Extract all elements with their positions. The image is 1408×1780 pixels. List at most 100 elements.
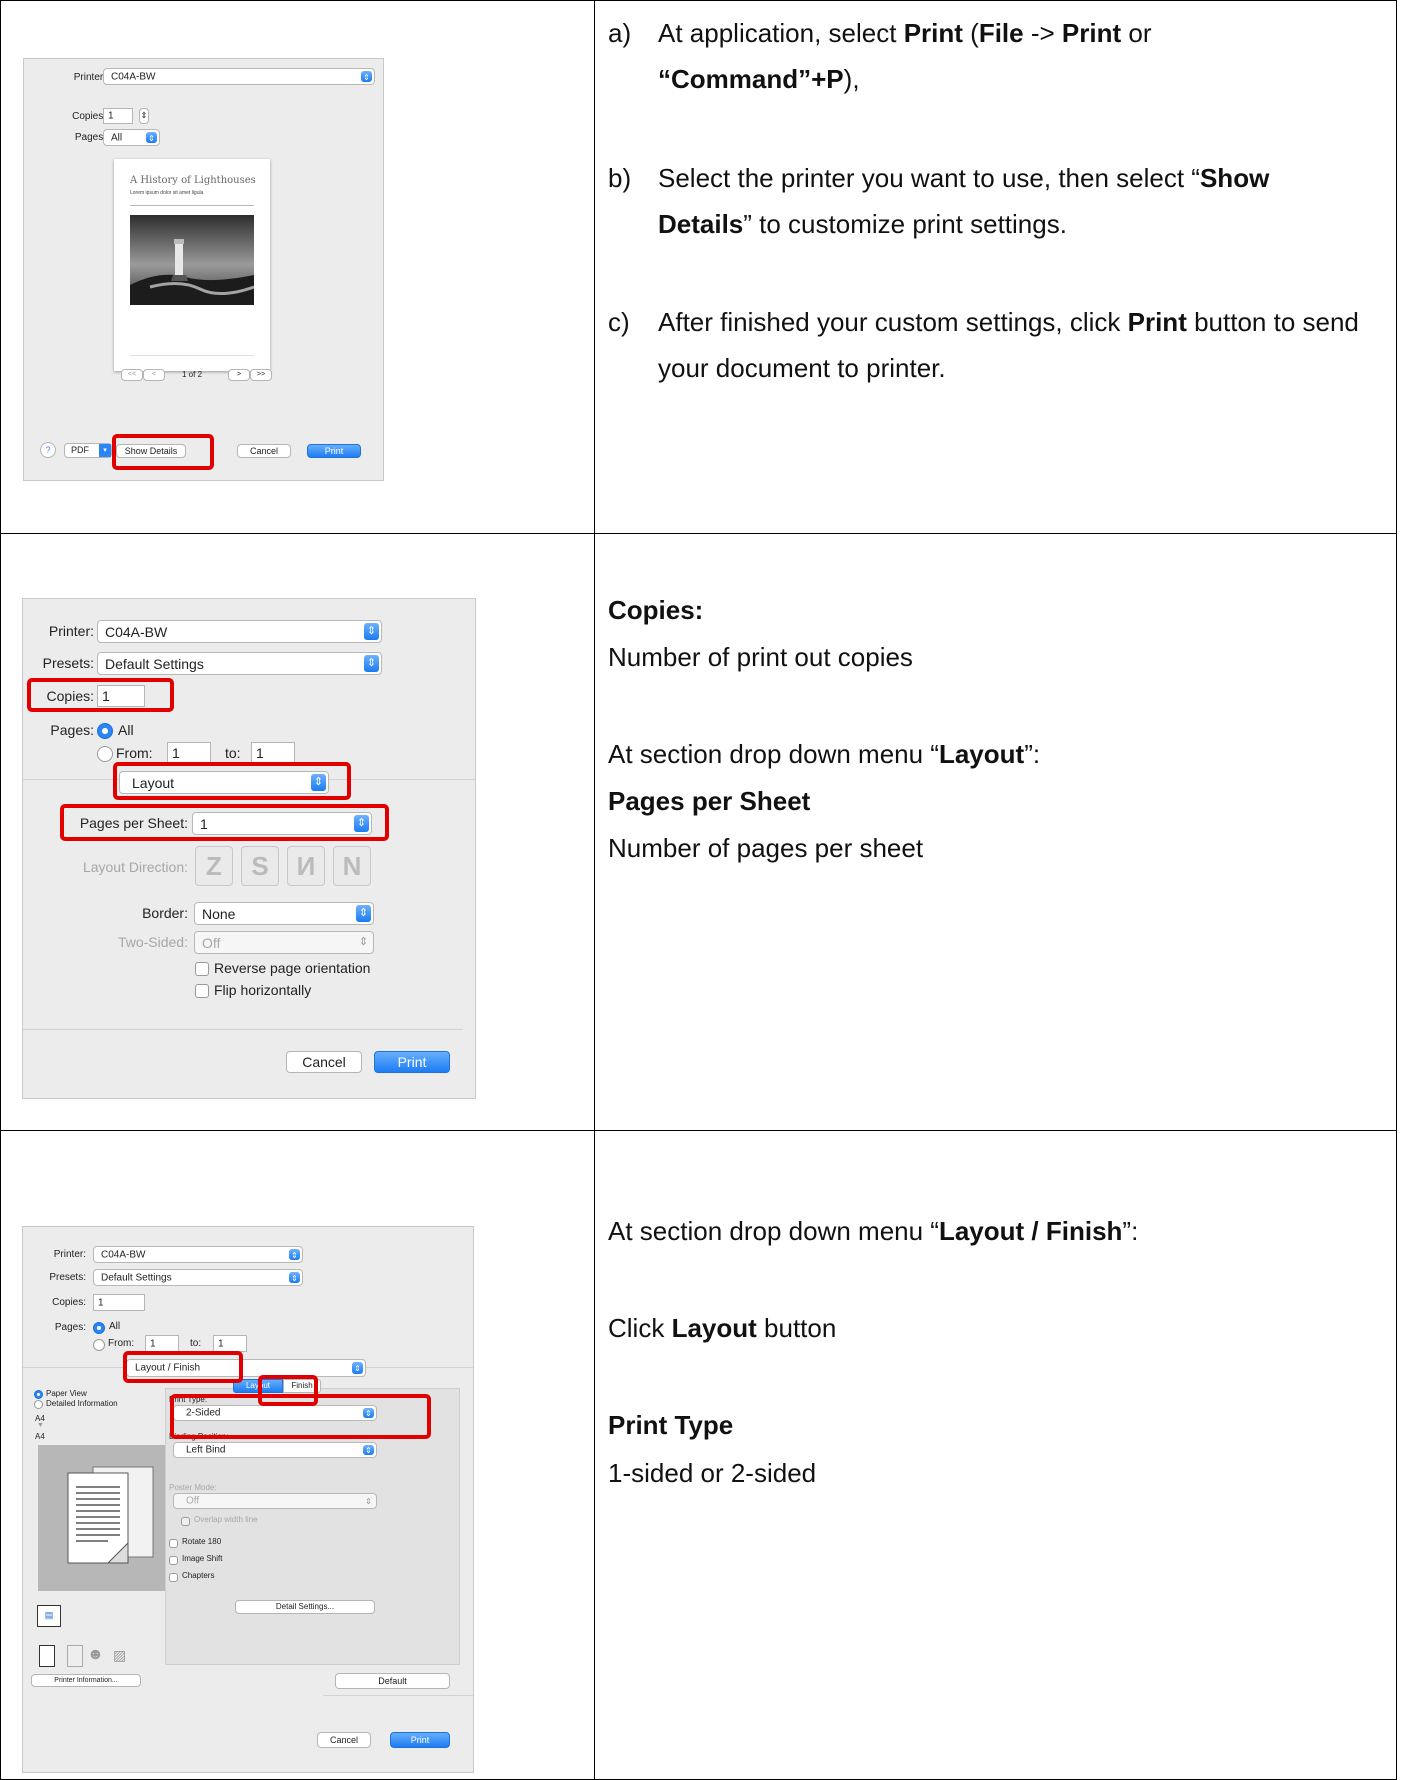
copies-field[interactable]: 1 <box>93 1294 145 1311</box>
print-button[interactable]: Print <box>374 1051 450 1073</box>
pages-per-sheet-description: Number of pages per sheet <box>608 833 924 863</box>
printer-select[interactable]: C04A-BW ⇕ <box>97 620 382 643</box>
image-shift-label: Image Shift <box>182 1554 223 1563</box>
copies-label: Copies: <box>52 1297 86 1308</box>
to-field[interactable]: 1 <box>251 742 295 764</box>
nav-first-button[interactable]: << <box>121 369 143 381</box>
detail-settings-button[interactable]: Detail Settings... <box>235 1600 375 1614</box>
layout-direction-s-icon[interactable]: S <box>241 846 279 886</box>
from-value: 1 <box>150 1338 156 1349</box>
step-a-marker: a) <box>608 18 632 48</box>
print-dialog-layout-finish: Printer: C04A-BW ⇕ Presets: Default Sett… <box>22 1226 474 1773</box>
copies-highlight <box>27 678 174 712</box>
text-run: Click <box>608 1313 672 1343</box>
print-dialog-compact: Printer: C04A-BW ⇕ Copies: 1 ⇕ Pages: Al… <box>23 58 384 481</box>
cancel-button[interactable]: Cancel <box>237 444 291 458</box>
printer-information-button[interactable]: Printer Information... <box>31 1674 141 1687</box>
table-border-left <box>0 0 1 1780</box>
border-select[interactable]: None ⇕ <box>194 902 374 925</box>
pages-from-radio[interactable] <box>97 746 113 762</box>
print-type-highlight <box>170 1394 431 1439</box>
chevron-updown-icon: ⇕ <box>365 1497 372 1506</box>
poster-mode-select[interactable]: Off ⇕ <box>173 1493 377 1509</box>
text-bold: Layout / Finish <box>938 1216 1123 1246</box>
printer-select[interactable]: C04A-BW ⇕ <box>93 1246 303 1263</box>
pages-label: Pages: <box>74 132 106 143</box>
copies-heading: Copies: <box>608 595 704 625</box>
copies-stepper[interactable]: ⇕ <box>139 108 149 124</box>
paper-view-radio[interactable] <box>34 1390 43 1399</box>
printer-value: C04A-BW <box>105 623 168 640</box>
overlap-width-line-checkbox[interactable] <box>181 1517 190 1526</box>
from-field[interactable]: 1 <box>145 1335 179 1352</box>
from-field[interactable]: 1 <box>167 742 211 764</box>
printer-label: Printer: <box>48 623 94 639</box>
rotate-180-label: Rotate 180 <box>182 1537 222 1546</box>
layout-direction-n-reverse-icon[interactable]: И <box>287 846 325 886</box>
printer-select[interactable]: C04A-BW ⇕ <box>103 68 375 85</box>
binding-position-value: Left Bind <box>186 1444 226 1456</box>
from-value: 1 <box>172 745 180 761</box>
cancel-button[interactable]: Cancel <box>317 1732 371 1748</box>
chevron-updown-icon: ⇕ <box>364 623 379 640</box>
detailed-information-radio[interactable] <box>34 1400 43 1409</box>
layout-direction-z-icon[interactable]: Z <box>195 846 233 886</box>
nav-prev-button[interactable]: < <box>143 369 165 381</box>
two-sided-select[interactable]: Off ⇕ <box>194 931 374 954</box>
document-dim-icon <box>67 1645 83 1667</box>
presets-select[interactable]: Default Settings ⇕ <box>93 1269 303 1286</box>
paper-size-b: A4 <box>35 1432 45 1441</box>
layout-direction-label: Layout Direction: <box>82 859 188 875</box>
two-sided-value: Off <box>202 934 221 951</box>
flip-horizontally-checkbox[interactable] <box>195 984 209 998</box>
rotate-180-checkbox[interactable] <box>169 1539 178 1548</box>
presets-value: Default Settings <box>101 1272 172 1283</box>
default-button[interactable]: Default <box>335 1673 450 1689</box>
step-a-text: At application, select Print (File -> Pr… <box>658 10 1368 102</box>
detailed-information-label: Detailed Information <box>46 1399 118 1408</box>
text-run: or <box>1121 18 1152 48</box>
pages-label: Pages: <box>54 1322 86 1333</box>
border-label: Border: <box>142 905 188 921</box>
print-button[interactable]: Print <box>390 1732 450 1748</box>
binding-position-select[interactable]: Left Bind ⇕ <box>173 1442 377 1458</box>
print-button[interactable]: Print <box>307 444 361 458</box>
pages-from-radio[interactable] <box>93 1339 105 1351</box>
image-shift-checkbox[interactable] <box>169 1556 178 1565</box>
chapters-checkbox[interactable] <box>169 1573 178 1582</box>
presets-select[interactable]: Default Settings ⇕ <box>97 652 382 675</box>
reverse-orientation-checkbox[interactable] <box>195 962 209 976</box>
text-bold: Print <box>1127 307 1187 337</box>
print-dialog-layout: Printer: C04A-BW ⇕ Presets: Default Sett… <box>22 598 476 1099</box>
layout-direction-n-icon[interactable]: N <box>333 846 371 886</box>
document-page-icon <box>67 1466 154 1564</box>
pdf-button[interactable]: PDF ▾ <box>64 443 112 458</box>
preview-rule <box>130 205 254 206</box>
chevron-updown-icon: ⇕ <box>361 71 372 82</box>
step-c-text: After finished your custom settings, cli… <box>658 299 1368 391</box>
to-field[interactable]: 1 <box>213 1335 247 1352</box>
text-run: ”: <box>1024 739 1041 769</box>
pages-value: All <box>111 132 123 143</box>
step-c: c) After finished your custom settings, … <box>608 299 1368 391</box>
text-run: After finished your custom settings, cli… <box>658 307 1128 337</box>
printer-status-icon: ▤ <box>37 1605 61 1627</box>
pages-per-sheet-highlight <box>60 804 389 841</box>
cancel-button[interactable]: Cancel <box>286 1051 362 1073</box>
preview-title: A History of Lighthouses <box>130 175 256 186</box>
text-run: At application, select <box>658 18 904 48</box>
step-b: b) Select the printer you want to use, t… <box>608 155 1368 247</box>
help-button[interactable]: ? <box>40 442 56 458</box>
text-bold: Layout <box>938 739 1025 769</box>
copies-field[interactable]: 1 <box>103 108 133 124</box>
pages-select[interactable]: All ⇕ <box>103 129 160 146</box>
copies-value: 1 <box>108 110 114 122</box>
to-value: 1 <box>218 1338 224 1349</box>
text-run: button <box>756 1313 837 1343</box>
nav-last-button[interactable]: >> <box>250 369 272 381</box>
overlap-width-line-label: Overlap width line <box>194 1515 258 1524</box>
text-run: ”: <box>1122 1216 1139 1246</box>
nav-next-button[interactable]: > <box>228 369 250 381</box>
pages-all-radio[interactable] <box>93 1322 105 1334</box>
pages-all-radio[interactable] <box>97 723 113 739</box>
